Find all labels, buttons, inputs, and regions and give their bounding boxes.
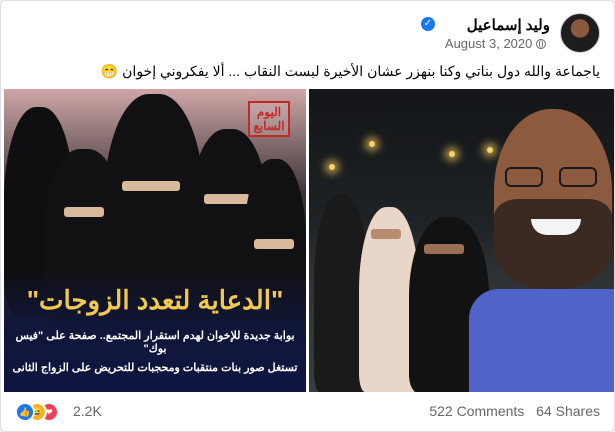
globe-icon — [536, 39, 546, 49]
shirt — [469, 289, 614, 392]
author-name[interactable]: وليد إسماعيل — [467, 16, 550, 34]
comments-count[interactable]: 522 Comments — [429, 403, 524, 419]
post-media[interactable]: اليوم السابع "الدعاية لتعدد الزوجات" بوا… — [1, 89, 614, 392]
timestamp-text[interactable]: August 3, 2020 — [445, 36, 532, 51]
post-stats: 522 Comments 64 Shares — [421, 403, 600, 419]
reaction-count[interactable]: 2.2K — [73, 403, 102, 419]
post-card: وليد إسماعيل ✓ August 3, 2020 ياجماعة وا… — [0, 0, 615, 432]
post-timestamp[interactable]: August 3, 2020 — [445, 36, 550, 51]
family-photo[interactable] — [309, 89, 614, 392]
graphic-subline-1: بوابة جديدة للإخوان لهدم استقرار المجتمع… — [15, 330, 295, 355]
like-icon: 👍 — [15, 402, 35, 422]
graphic-headline: "الدعاية لتعدد الزوجات" — [26, 285, 284, 315]
beard — [494, 199, 612, 289]
graphic-subline-2: تستغل صور بنات منتقبات ومحجبات للتحريض ع… — [12, 362, 298, 374]
verified-badge-icon: ✓ — [421, 17, 435, 31]
shares-count[interactable]: 64 Shares — [536, 403, 600, 419]
post-header: وليد إسماعيل ✓ August 3, 2020 — [15, 13, 600, 57]
post-text: ياجماعة والله دول بناتي وكنا بنهزر عشان … — [100, 63, 600, 79]
avatar[interactable] — [560, 13, 600, 53]
news-logo: اليوم السابع — [248, 101, 290, 137]
news-graphic-image[interactable]: اليوم السابع "الدعاية لتعدد الزوجات" بوا… — [4, 89, 306, 392]
glasses — [505, 167, 601, 189]
post-footer: 👍 😆 ❤ 2.2K 522 Comments 64 Shares — [15, 399, 600, 425]
